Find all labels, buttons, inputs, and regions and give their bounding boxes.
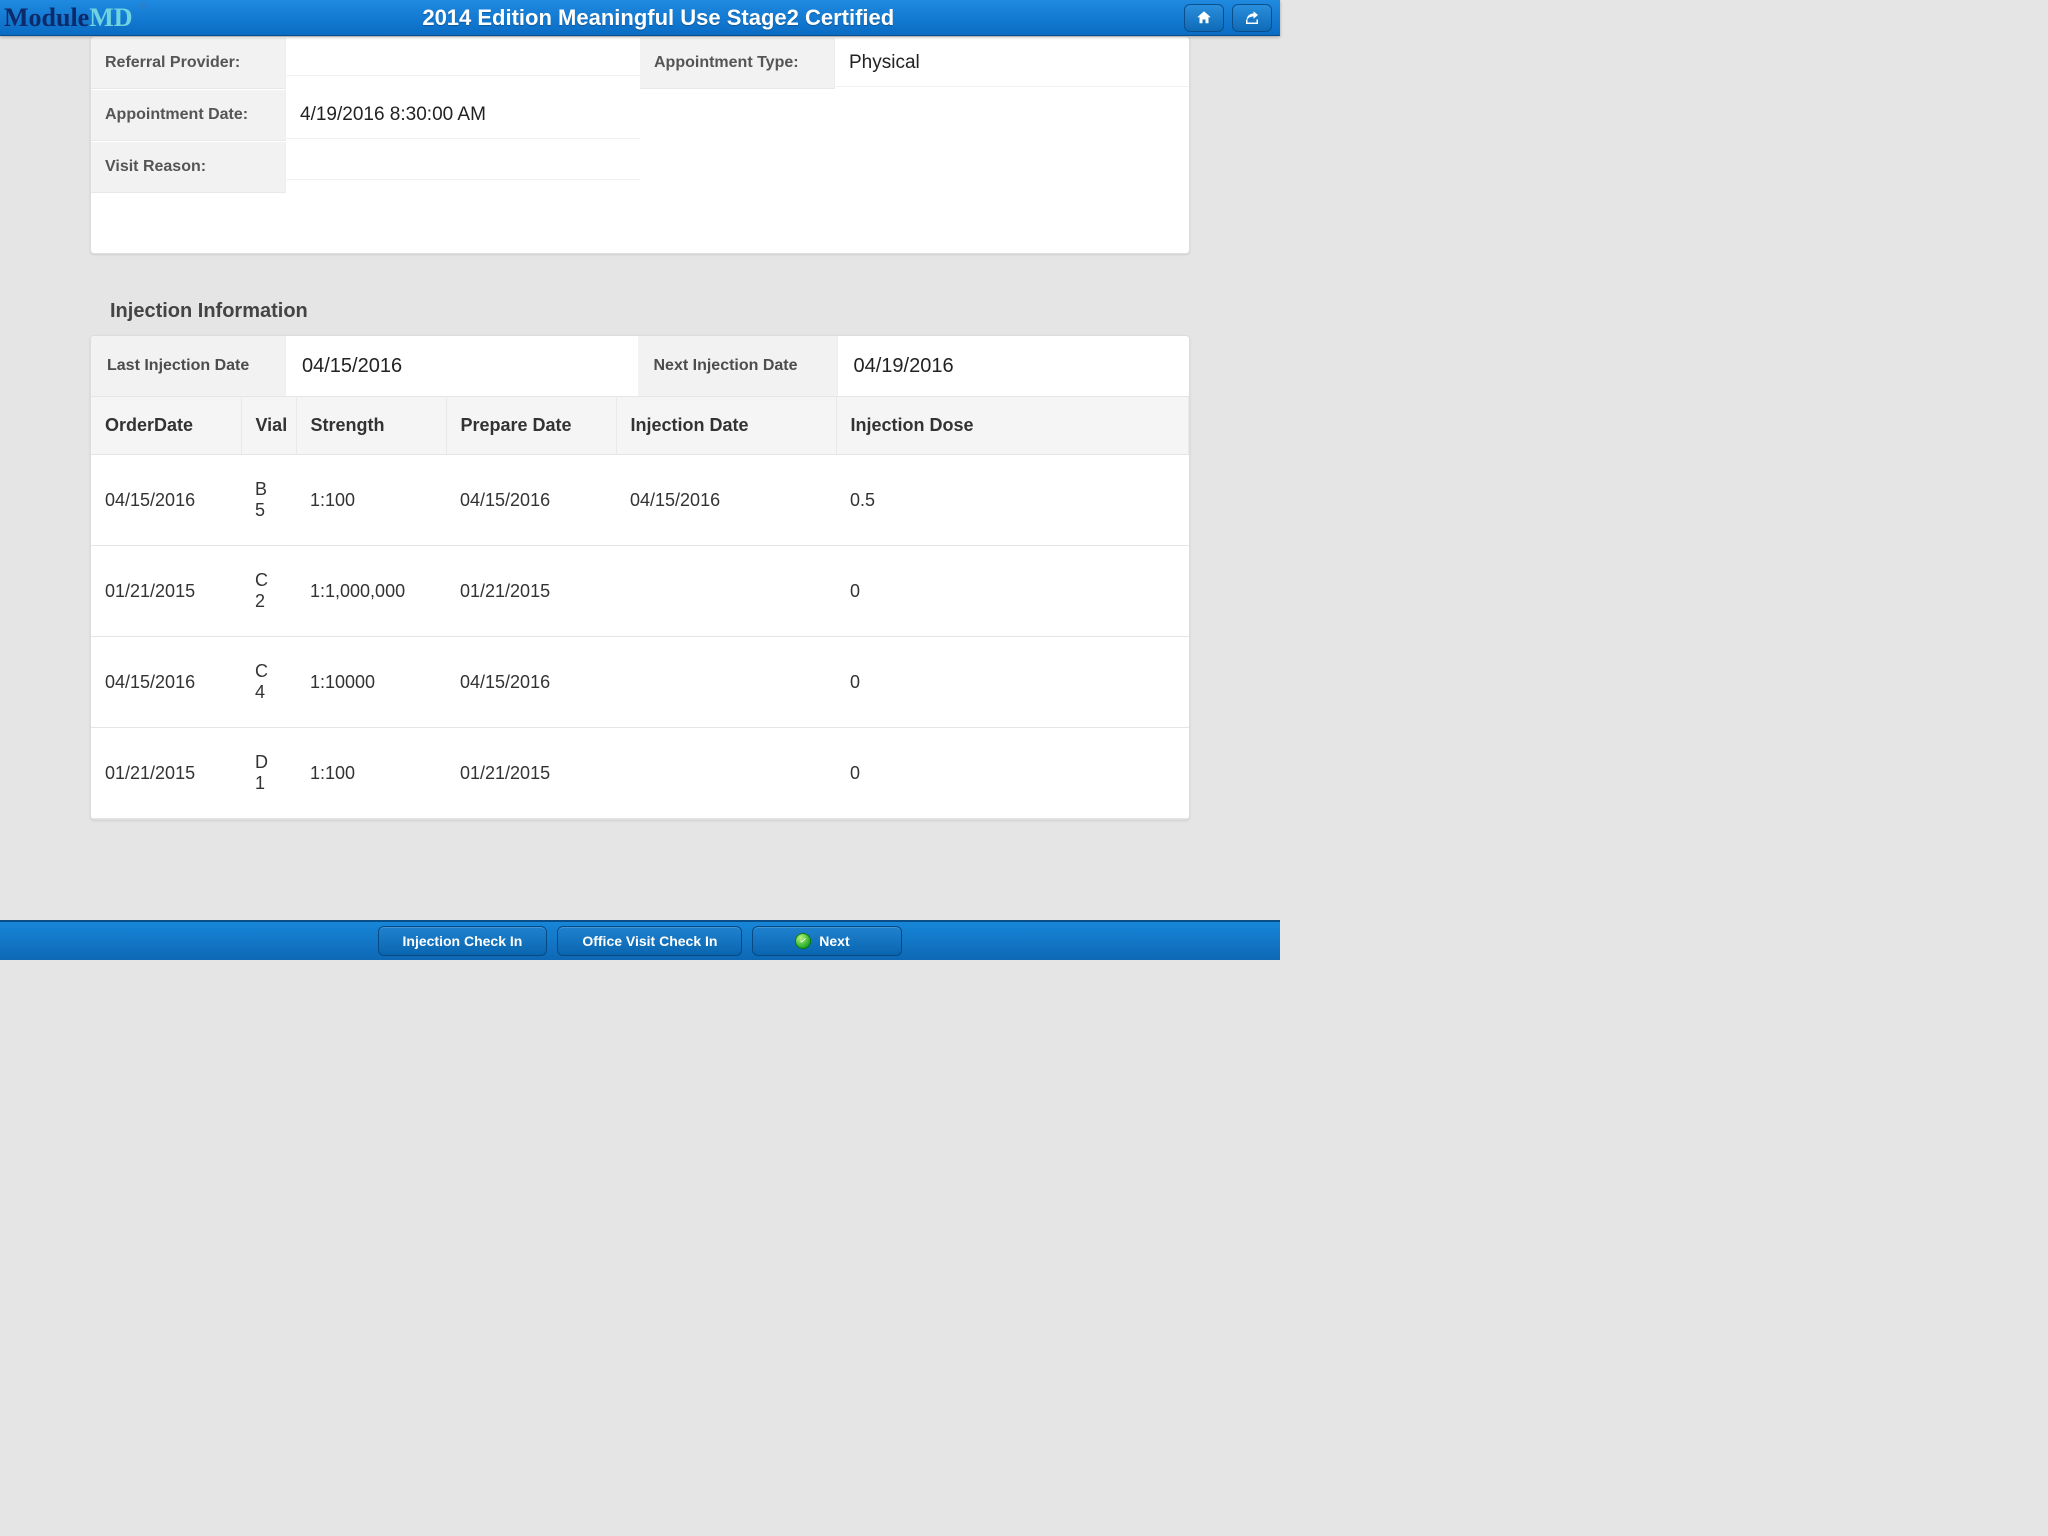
- next-button-label: Next: [819, 933, 849, 949]
- injection-dates: Last Injection Date 04/15/2016 Next Inje…: [91, 336, 1189, 396]
- visit-reason-value: [286, 155, 640, 180]
- col-injection-dose: Injection Dose: [836, 397, 1189, 455]
- last-injection-label: Last Injection Date: [91, 336, 286, 396]
- table-row[interactable]: 04/15/2016C 41:1000004/15/20160: [91, 637, 1189, 728]
- next-injection-label: Next Injection Date: [638, 336, 838, 396]
- cell-injdate: [616, 637, 836, 728]
- cell-prepare: 04/15/2016: [446, 637, 616, 728]
- visit-reason-label: Visit Reason:: [91, 142, 286, 193]
- cell-order: 04/15/2016: [91, 455, 241, 546]
- col-orderdate: OrderDate: [91, 397, 241, 455]
- cell-vial: C 2: [241, 546, 296, 637]
- logo-registered: ®: [139, 1, 146, 12]
- injection-table: OrderDate Vial Strength Prepare Date Inj…: [91, 396, 1189, 819]
- logo-part2: MD: [89, 3, 132, 33]
- injection-checkin-button[interactable]: Injection Check In: [378, 926, 548, 956]
- cell-order: 01/21/2015: [91, 728, 241, 819]
- cell-vial: C 4: [241, 637, 296, 728]
- appointment-date-value: 4/19/2016 8:30:00 AM: [286, 92, 640, 139]
- cell-vial: D 1: [241, 728, 296, 819]
- bottom-bar: Injection Check In Office Visit Check In…: [0, 920, 1280, 960]
- office-visit-checkin-button[interactable]: Office Visit Check In: [557, 926, 742, 956]
- cell-injdate: 04/15/2016: [616, 455, 836, 546]
- logo-part1: Module: [4, 3, 89, 33]
- cell-prepare: 01/21/2015: [446, 728, 616, 819]
- page-title: 2014 Edition Meaningful Use Stage2 Certi…: [133, 5, 1184, 31]
- injection-section-title: Injection Information: [110, 300, 1280, 323]
- cell-order: 04/15/2016: [91, 637, 241, 728]
- referral-provider-value: [286, 51, 640, 76]
- table-header-row: OrderDate Vial Strength Prepare Date Inj…: [91, 397, 1189, 455]
- app-logo: ModuleMD ®: [0, 3, 133, 33]
- cell-order: 01/21/2015: [91, 546, 241, 637]
- last-injection-value: 04/15/2016: [286, 336, 638, 396]
- col-injection-date: Injection Date: [616, 397, 836, 455]
- injection-checkin-label: Injection Check In: [403, 933, 523, 949]
- share-button[interactable]: [1232, 4, 1272, 32]
- cell-dose: 0: [836, 546, 1189, 637]
- top-icon-group: [1184, 4, 1280, 32]
- cell-strength: 1:100: [296, 455, 446, 546]
- cell-dose: 0: [836, 637, 1189, 728]
- table-row[interactable]: 01/21/2015D 11:10001/21/20150: [91, 728, 1189, 819]
- next-injection-value: 04/19/2016: [838, 336, 1190, 396]
- col-strength: Strength: [296, 397, 446, 455]
- cell-dose: 0: [836, 728, 1189, 819]
- office-visit-checkin-label: Office Visit Check In: [582, 933, 717, 949]
- cell-prepare: 04/15/2016: [446, 455, 616, 546]
- appointment-card: Referral Provider: Appointment Type: Phy…: [90, 36, 1190, 254]
- referral-provider-label: Referral Provider:: [91, 38, 286, 89]
- col-vial: Vial: [241, 397, 296, 455]
- cell-strength: 1:10000: [296, 637, 446, 728]
- home-icon: [1195, 9, 1213, 27]
- table-row[interactable]: 04/15/2016B 51:10004/15/201604/15/20160.…: [91, 455, 1189, 546]
- cell-prepare: 01/21/2015: [446, 546, 616, 637]
- content-area: Referral Provider: Appointment Type: Phy…: [0, 36, 1280, 920]
- appointment-type-value: Physical: [835, 40, 1189, 87]
- table-row[interactable]: 01/21/2015C 21:1,000,00001/21/20150: [91, 546, 1189, 637]
- cell-injdate: [616, 546, 836, 637]
- col-prepare-date: Prepare Date: [446, 397, 616, 455]
- cell-vial: B 5: [241, 455, 296, 546]
- top-bar: ModuleMD ® 2014 Edition Meaningful Use S…: [0, 0, 1280, 36]
- cell-strength: 1:1,000,000: [296, 546, 446, 637]
- next-button[interactable]: Next: [752, 926, 902, 956]
- home-button[interactable]: [1184, 4, 1224, 32]
- appointment-date-label: Appointment Date:: [91, 90, 286, 141]
- share-icon: [1243, 9, 1261, 27]
- cell-injdate: [616, 728, 836, 819]
- injection-card: Last Injection Date 04/15/2016 Next Inje…: [90, 335, 1190, 820]
- cell-dose: 0.5: [836, 455, 1189, 546]
- check-icon: [795, 933, 811, 949]
- appointment-type-label: Appointment Type:: [640, 38, 835, 89]
- cell-strength: 1:100: [296, 728, 446, 819]
